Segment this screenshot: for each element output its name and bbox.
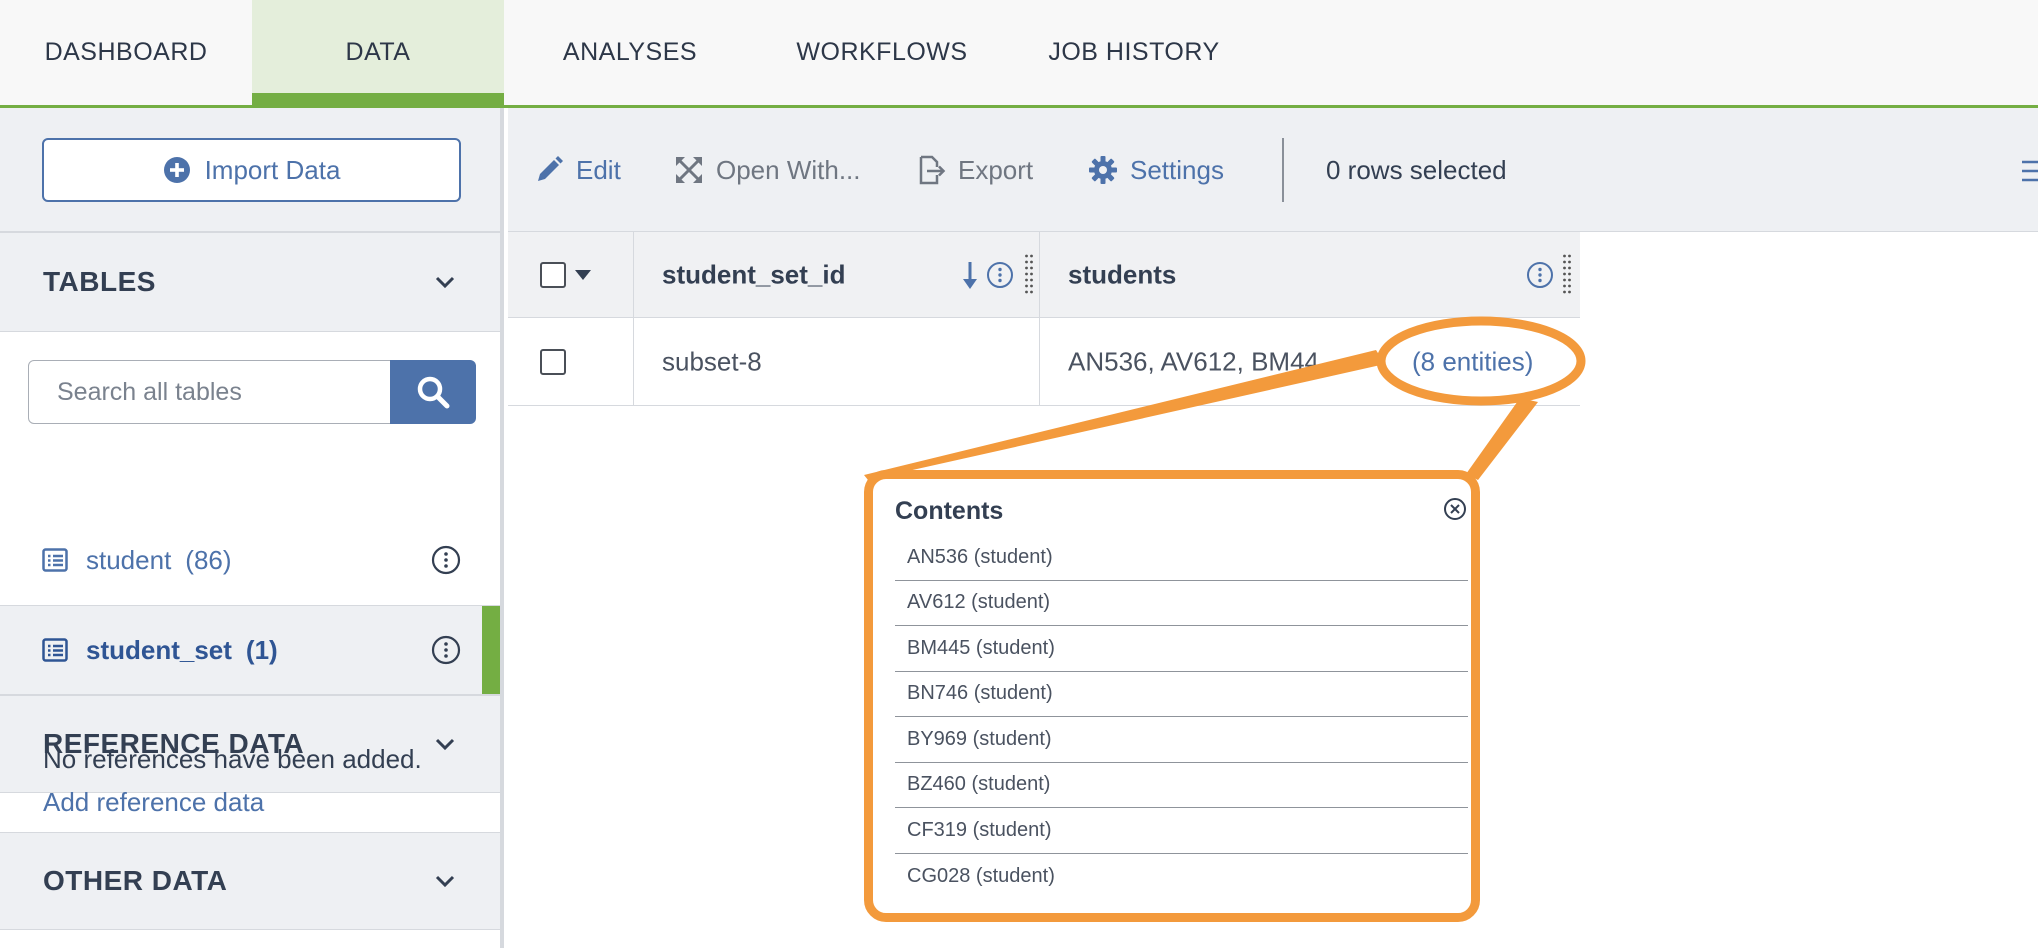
column-info-icon[interactable] <box>1526 261 1554 289</box>
toolbar-divider <box>1282 138 1284 202</box>
list-item: BN746 (student) <box>895 672 1468 717</box>
table-count: (1) <box>245 634 278 665</box>
tab-job-history[interactable]: JOB HISTORY <box>1008 0 1260 105</box>
table-row-select-cell <box>508 318 634 406</box>
list-item: AV612 (student) <box>895 581 1468 626</box>
table-item-student[interactable]: student (86) <box>0 515 500 605</box>
tables-section-title: TABLES <box>43 266 156 297</box>
chevron-down-icon <box>435 875 455 888</box>
import-data-button[interactable]: Import Data <box>42 138 461 202</box>
row-checkbox[interactable] <box>540 349 566 375</box>
column-info-icon[interactable] <box>986 261 1014 289</box>
contents-popup: Contents AN536 (student) AV612 (student)… <box>864 470 1480 922</box>
tables-section-header[interactable]: TABLES <box>0 232 500 332</box>
search-tables-input[interactable] <box>28 360 392 424</box>
close-icon[interactable] <box>1443 497 1467 521</box>
column-menu-icon[interactable] <box>2020 158 2038 184</box>
students-preview-text: AN536, AV612, BM44 <box>1068 346 1320 376</box>
table-search <box>28 360 476 424</box>
data-toolbar: Edit Open With... Export Settings 0 rows… <box>508 108 2038 232</box>
info-icon[interactable] <box>431 635 461 665</box>
list-item: BY969 (student) <box>895 717 1468 763</box>
tab-workflows[interactable]: WORKFLOWS <box>756 0 1008 105</box>
tab-dashboard[interactable]: DASHBOARD <box>0 0 252 105</box>
data-table: student_set_id students subset-8 AN536, … <box>508 232 1580 406</box>
table-name: student_set (1) <box>86 634 278 665</box>
student-set-id-value: subset-8 <box>662 346 762 376</box>
list-item: CG028 (student) <box>907 864 1055 887</box>
sort-descending-icon[interactable] <box>962 260 978 290</box>
export-label: Export <box>958 154 1034 185</box>
search-icon <box>417 376 450 409</box>
export-file-icon <box>919 155 946 185</box>
list-item: CF319 (student) <box>895 808 1468 854</box>
import-area: Import Data <box>0 108 500 232</box>
column-header-student-set-id[interactable]: student_set_id <box>634 232 1040 318</box>
column-header-students[interactable]: students <box>1040 232 1580 318</box>
list-item: BM445 (student) <box>895 626 1468 672</box>
table-count: (86) <box>185 544 232 575</box>
chevron-down-icon <box>435 738 455 751</box>
export-button[interactable]: Export <box>916 108 1033 232</box>
tab-analyses[interactable]: ANALYSES <box>504 0 756 105</box>
tab-data[interactable]: DATA <box>252 0 504 105</box>
data-sidebar: Import Data TABLES student(86) student_s… <box>0 108 504 948</box>
column-resize-handle-icon[interactable] <box>1024 253 1034 297</box>
edit-button[interactable]: Edit <box>534 108 621 232</box>
select-all-header <box>508 232 634 318</box>
expand-arrows-icon <box>676 157 702 183</box>
settings-button[interactable]: Settings <box>1088 108 1224 232</box>
open-with-label: Open With... <box>716 154 861 185</box>
other-data-section-header[interactable]: OTHER DATA <box>0 832 500 930</box>
contents-list: AN536 (student) AV612 (student) BM445 (s… <box>895 535 1468 899</box>
table-list-icon <box>42 548 68 572</box>
list-item: BZ460 (student) <box>895 763 1468 808</box>
popup-title: Contents <box>895 497 1004 525</box>
entities-link[interactable]: (8 entities) <box>1412 346 1533 377</box>
rows-selected-count: 0 rows selected <box>1326 154 1507 185</box>
edit-label: Edit <box>576 154 621 185</box>
caret-down-icon[interactable] <box>574 269 592 281</box>
open-with-button[interactable]: Open With... <box>674 108 861 232</box>
column-title: students <box>1068 259 1177 289</box>
plus-circle-icon <box>163 156 191 184</box>
other-data-title: OTHER DATA <box>43 865 228 896</box>
table-item-student-set[interactable]: student_set (1) <box>0 605 500 695</box>
settings-label: Settings <box>1130 154 1224 185</box>
gear-icon <box>1089 156 1117 184</box>
import-data-label: Import Data <box>204 154 341 185</box>
table-row-students-cell: AN536, AV612, BM44 (8 entities) <box>1040 318 1580 406</box>
search-button[interactable] <box>390 360 476 424</box>
chevron-down-icon <box>435 276 455 289</box>
top-navigation: DASHBOARD DATA ANALYSES WORKFLOWS JOB HI… <box>0 0 2038 108</box>
table-name: student (86) <box>86 544 232 575</box>
column-resize-handle-icon[interactable] <box>1562 253 1572 297</box>
info-icon[interactable] <box>431 545 461 575</box>
list-item: AN536 (student) <box>895 535 1468 581</box>
table-list-icon <box>42 638 68 662</box>
no-references-text: No references have been added. <box>43 744 422 774</box>
pencil-icon <box>538 156 563 181</box>
select-all-checkbox[interactable] <box>540 262 566 288</box>
column-title: student_set_id <box>662 259 846 289</box>
table-row-id-cell: subset-8 <box>634 318 1040 406</box>
add-reference-data-link[interactable]: Add reference data <box>43 787 264 818</box>
